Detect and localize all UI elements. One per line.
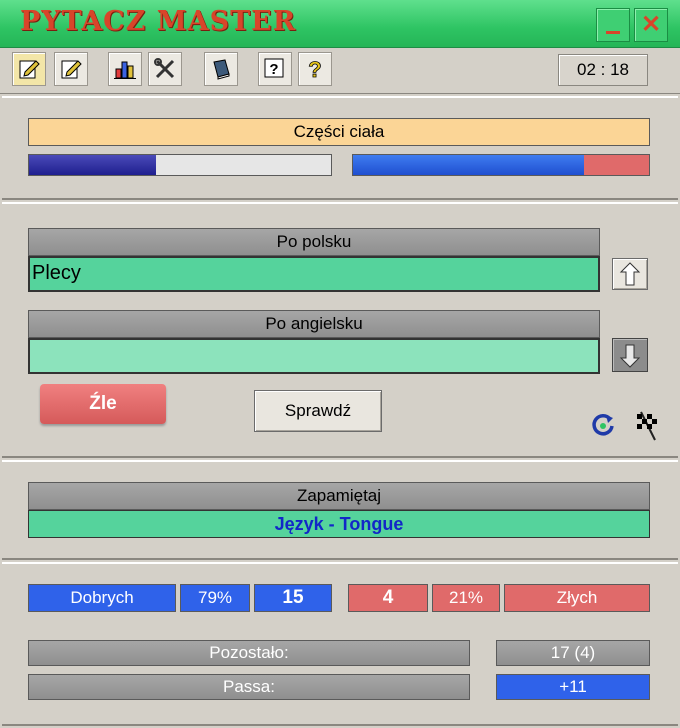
- good-percent: 79%: [180, 584, 250, 612]
- svg-text:?: ?: [269, 61, 278, 78]
- memorize-header: Zapamiętaj: [28, 482, 650, 510]
- arrow-down-icon: [619, 344, 641, 368]
- good-label: Dobrych: [28, 584, 176, 612]
- check-button[interactable]: Sprawdź: [254, 390, 382, 432]
- settings-button[interactable]: [148, 52, 182, 86]
- english-header: Po angielsku: [28, 310, 600, 338]
- polish-header: Po polsku: [28, 228, 600, 256]
- dictionary-book-icon: [213, 59, 230, 80]
- finish-button[interactable]: [630, 408, 666, 444]
- help-button[interactable]: ?: [258, 52, 292, 86]
- svg-text:?: ?: [308, 57, 321, 81]
- result-badge: Źle: [40, 384, 166, 424]
- minimize-button[interactable]: [596, 8, 630, 42]
- app-title: PYTACZ MASTER: [20, 6, 297, 37]
- edit-notepad-alt-icon: [61, 60, 82, 79]
- swap-up-button[interactable]: [612, 258, 648, 290]
- remaining-value: 17 (4): [496, 640, 650, 666]
- polish-word-field: Plecy: [28, 256, 600, 292]
- toolbar: ? ? 02 : 18: [0, 48, 680, 94]
- memorize-panel: Zapamiętaj Język - Tongue: [2, 460, 678, 560]
- progress-bar-right: [352, 154, 650, 176]
- tools-settings-icon: [154, 58, 175, 79]
- streak-label: Passa:: [28, 674, 470, 700]
- minimize-icon: [606, 31, 620, 34]
- statistics-chart-icon: [114, 61, 136, 79]
- memorize-value: Język - Tongue: [28, 510, 650, 538]
- bad-count: 4: [348, 584, 428, 612]
- bad-percent: 21%: [432, 584, 500, 612]
- quiz-panel: Po polsku Plecy Po angielsku Źle Sprawdź: [2, 202, 678, 458]
- statistics-button[interactable]: [108, 52, 142, 86]
- remaining-label: Pozostało:: [28, 640, 470, 666]
- category-label: Części ciała: [28, 118, 650, 146]
- close-button[interactable]: ✕: [634, 8, 668, 42]
- swap-down-button[interactable]: [612, 338, 648, 372]
- edit-button[interactable]: [12, 52, 46, 86]
- about-info-icon: ?: [308, 57, 322, 81]
- category-panel: Części ciała: [2, 96, 678, 200]
- title-bar[interactable]: PYTACZ MASTER ✕: [0, 0, 680, 48]
- restart-button[interactable]: [586, 408, 620, 442]
- finish-flag-icon: [637, 411, 657, 441]
- progress-bar-left: [28, 154, 332, 176]
- close-icon: ✕: [640, 11, 662, 38]
- about-button[interactable]: ?: [298, 52, 332, 86]
- arrow-up-icon: [619, 262, 641, 286]
- help-question-icon: ?: [264, 58, 284, 78]
- timer: 02 : 18: [558, 54, 648, 86]
- edit-alt-button[interactable]: [54, 52, 88, 86]
- good-count: 15: [254, 584, 332, 612]
- dictionary-button[interactable]: [204, 52, 238, 86]
- bad-label: Złych: [504, 584, 650, 612]
- streak-value: +11: [496, 674, 650, 700]
- restart-icon: [592, 414, 614, 436]
- english-answer-input[interactable]: [28, 338, 600, 374]
- edit-notepad-icon: [19, 60, 40, 79]
- stats-panel: Dobrych 79% 15 4 21% Złych Pozostało: 17…: [2, 562, 678, 726]
